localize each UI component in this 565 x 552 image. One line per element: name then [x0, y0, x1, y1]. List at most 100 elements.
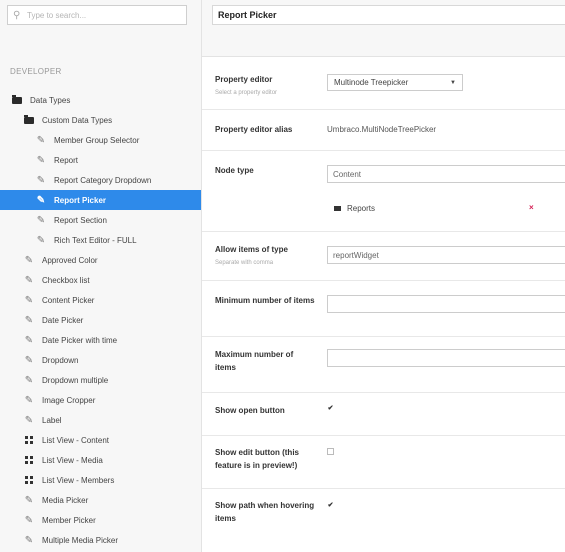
property-editor-select[interactable]: Multinode Treepicker ▼	[327, 74, 463, 91]
sidebar-item[interactable]: ✎ Report Category Dropdown	[0, 170, 201, 190]
sidebar-item[interactable]: ✎ Media Picker	[0, 490, 201, 510]
pencil-icon: ✎	[24, 314, 34, 326]
row-property-editor: Property editor Select a property editor…	[202, 57, 565, 110]
max-items-input[interactable]	[327, 349, 565, 367]
section-title: DEVELOPER	[10, 67, 62, 76]
node-type-value: Content	[333, 169, 362, 179]
start-node-label: Reports	[347, 204, 376, 213]
sidebar-item-label: Report Section	[54, 215, 107, 225]
sidebar-item[interactable]: ✎ Date Picker	[0, 310, 201, 330]
pencil-icon: ✎	[24, 294, 34, 306]
pencil-icon: ✎	[36, 174, 46, 186]
sidebar-item[interactable]: ✎ Member Picker	[0, 510, 201, 530]
show-edit-checkbox[interactable]	[327, 448, 334, 455]
min-items-input[interactable]	[327, 295, 565, 313]
row-max-items: Maximum number of items	[202, 337, 565, 393]
sidebar-item-label: Data Types	[30, 95, 71, 105]
node-type-field[interactable]: Content	[327, 165, 565, 183]
header: Report Picker	[202, 0, 565, 57]
grid-icon	[22, 436, 36, 444]
sidebar-item-label: Custom Data Types	[42, 115, 113, 125]
pencil-icon: ✎	[36, 134, 46, 146]
pencil-icon: ✎	[36, 154, 46, 166]
sidebar-item[interactable]: ✎ Dropdown multiple	[0, 370, 201, 390]
sidebar-item[interactable]: ✎ Member Group Selector	[0, 130, 201, 150]
folder-icon	[334, 206, 341, 211]
grid-icon	[22, 476, 36, 484]
row-show-open: Show open button ✔	[202, 393, 565, 436]
pencil-icon: ✎	[24, 514, 34, 526]
allow-items-input[interactable]: reportWidget	[327, 246, 565, 264]
sidebar-item-label: Rich Text Editor - FULL	[54, 235, 137, 245]
search-box[interactable]: ⚲	[7, 5, 187, 25]
show-open-label: Show open button	[215, 406, 285, 415]
show-edit-label: Show edit button (this feature is in pre…	[215, 448, 299, 470]
min-items-label: Minimum number of items	[215, 296, 315, 305]
sidebar-item-label: Report	[54, 155, 79, 165]
sidebar-item[interactable]: List View - Media	[0, 450, 201, 470]
name-input[interactable]: Report Picker	[212, 5, 565, 25]
pencil-icon: ✎	[24, 494, 34, 506]
sidebar-item[interactable]: Custom Data Types	[0, 110, 201, 130]
pencil-icon: ✎	[36, 194, 46, 206]
sidebar-item-label: Multiple Media Picker	[42, 535, 119, 545]
sidebar-item[interactable]: ✎ Label	[0, 410, 201, 430]
property-editor-value: Multinode Treepicker	[334, 78, 409, 87]
folder-icon	[10, 94, 24, 104]
sidebar-item-label: Content Picker	[42, 295, 95, 305]
search-icon: ⚲	[13, 9, 21, 21]
alias-label: Property editor alias	[215, 125, 293, 134]
caret-down-icon: ▼	[450, 79, 456, 86]
row-alias: Property editor alias Umbraco.MultiNodeT…	[202, 110, 565, 151]
grid-icon	[22, 456, 36, 464]
sidebar-item[interactable]: ✎ Report	[0, 150, 201, 170]
pencil-icon: ✎	[36, 234, 46, 246]
show-open-checkbox[interactable]: ✔	[327, 405, 334, 413]
sidebar-item-label: Label	[42, 415, 62, 425]
sidebar-item[interactable]: ✎ Report Picker	[0, 190, 201, 210]
main-panel: Report Picker Property editor Select a p…	[202, 0, 565, 552]
allow-items-value: reportWidget	[333, 250, 379, 260]
row-node-type: Node type Content Reports ×	[202, 151, 565, 232]
show-path-label: Show path when hovering items	[215, 501, 315, 523]
pencil-icon: ✎	[24, 334, 34, 346]
property-editor-label: Property editor	[215, 75, 273, 84]
sidebar-item[interactable]: ✎ Multiple Media Picker	[0, 530, 201, 550]
sidebar-item-label: Dropdown	[42, 355, 79, 365]
pencil-icon: ✎	[24, 274, 34, 286]
pencil-icon: ✎	[36, 214, 46, 226]
sidebar-item[interactable]: ✎ Dropdown	[0, 350, 201, 370]
sidebar-item[interactable]: ✎ Content Picker	[0, 290, 201, 310]
sidebar-item-label: List View - Members	[42, 475, 115, 485]
sidebar-item[interactable]: List View - Members	[0, 470, 201, 490]
pencil-icon: ✎	[24, 414, 34, 426]
sidebar-item[interactable]: ✎ Rich Text Editor - FULL	[0, 230, 201, 250]
allow-items-desc: Separate with comma	[215, 260, 274, 266]
show-path-checkbox[interactable]: ✔	[327, 502, 334, 510]
sidebar-item[interactable]: ✎ Checkbox list	[0, 270, 201, 290]
sidebar-item-label: Report Category Dropdown	[54, 175, 152, 185]
sidebar-item-label: Date Picker with time	[42, 335, 118, 345]
pencil-icon: ✎	[24, 254, 34, 266]
sidebar-item[interactable]: List View - Content	[0, 430, 201, 450]
sidebar-item[interactable]: ✎ Report Section	[0, 210, 201, 230]
start-node: Reports	[334, 204, 375, 213]
sidebar-item[interactable]: ✎ Image Cropper	[0, 390, 201, 410]
pencil-icon: ✎	[24, 374, 34, 386]
sidebar-item-label: Member Group Selector	[54, 135, 140, 145]
row-allow-items: Allow items of type Separate with comma …	[202, 232, 565, 281]
pencil-icon: ✎	[24, 354, 34, 366]
sidebar-item[interactable]: Data Types	[0, 90, 201, 110]
sidebar: ⚲ DEVELOPER Data Types Custom Data Types ✎…	[0, 0, 202, 552]
alias-value: Umbraco.MultiNodeTreePicker	[327, 125, 437, 134]
row-min-items: Minimum number of items	[202, 281, 565, 337]
sidebar-item[interactable]: ✎ Approved Color	[0, 250, 201, 270]
sidebar-item[interactable]: ✎ Date Picker with time	[0, 330, 201, 350]
search-input[interactable]	[25, 10, 177, 20]
pencil-icon: ✎	[24, 534, 34, 546]
sidebar-item-label: Checkbox list	[42, 275, 90, 285]
sidebar-item-label: Dropdown multiple	[42, 375, 109, 385]
sidebar-item-label: Member Picker	[42, 515, 96, 525]
remove-icon[interactable]: ×	[529, 203, 534, 212]
pencil-icon: ✎	[24, 394, 34, 406]
